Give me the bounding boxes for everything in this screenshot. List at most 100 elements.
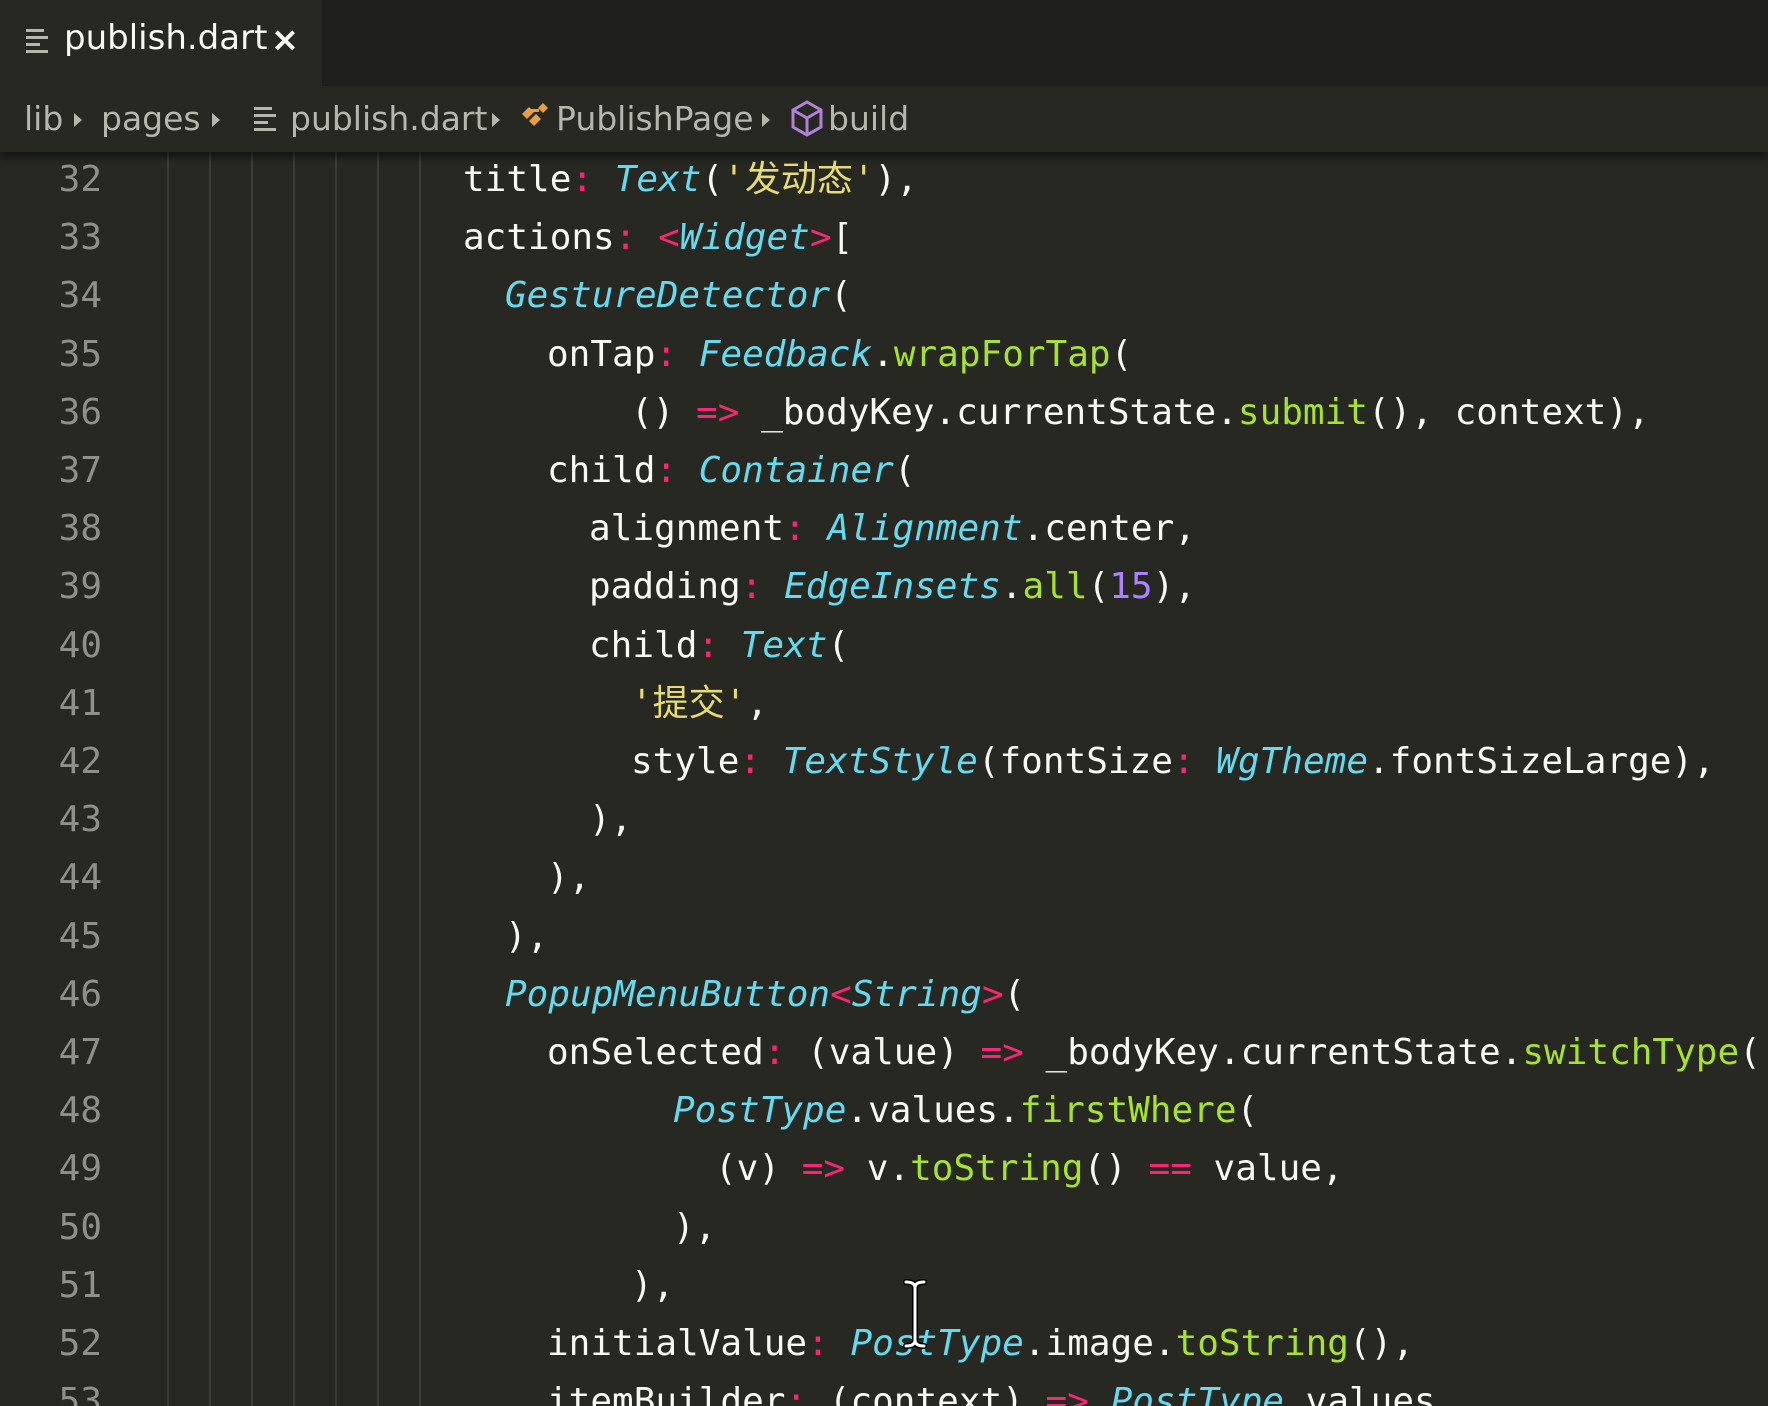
code-token: ( [701, 159, 724, 200]
breadcrumb-item-method[interactable]: build [828, 96, 909, 142]
code-line[interactable]: ), [673, 1199, 716, 1257]
tab-publish-dart[interactable]: publish.dart × [0, 0, 322, 86]
code-line[interactable]: child: Container( [547, 442, 916, 500]
code-token: PopupMenuButton [505, 973, 831, 1015]
code-token: => [801, 1148, 846, 1190]
code-token: (), context), [1367, 391, 1650, 433]
code-token: ( [827, 624, 850, 666]
code-token: : [785, 1381, 808, 1406]
code-line[interactable]: initialValue: PostType.image.toString(), [547, 1315, 1414, 1373]
line-number: 34 [58, 275, 102, 317]
code-line[interactable]: alignment: Alignment.center, [589, 500, 1196, 558]
code-token: wrapForTap [893, 333, 1111, 375]
code-line[interactable]: style: TextStyle(fontSize: WgTheme.fontS… [631, 733, 1715, 791]
code-token: child [589, 624, 698, 666]
code-token: .values [1283, 1381, 1436, 1406]
line-number: 37 [58, 450, 102, 491]
code-token: ( [1003, 973, 1026, 1015]
code-token: style [631, 741, 740, 782]
code-token: () [631, 391, 697, 433]
code-line[interactable]: onSelected: (value) => _bodyKey.currentS… [547, 1024, 1761, 1082]
line-number: 41 [58, 682, 102, 724]
code-line[interactable]: itemBuilder: (context) => PostType.value… [547, 1373, 1436, 1406]
code-line[interactable]: ), [547, 849, 590, 907]
code-line[interactable]: ), [631, 1257, 674, 1315]
code-line[interactable]: ), [589, 791, 632, 849]
code-line[interactable]: child: Text( [589, 617, 849, 675]
code-token: ( [893, 450, 916, 491]
code-token: Text [740, 624, 828, 666]
code-token: Widget [679, 217, 810, 259]
line-number: 42 [58, 741, 102, 782]
code-token: 15 [1109, 566, 1153, 608]
code-token: String [851, 973, 982, 1015]
code-token: : [763, 1032, 786, 1073]
code-token: (v) [715, 1148, 802, 1190]
line-number: 53 [58, 1381, 102, 1406]
code-token: firstWhere [1019, 1090, 1237, 1132]
line-number: 43 [58, 799, 102, 841]
code-token: [ [831, 217, 854, 259]
breadcrumb-item-pages[interactable]: pages [101, 96, 201, 142]
code-token: .fontSizeLarge), [1368, 741, 1715, 782]
line-number-gutter: 32 33 34 35 36 37 38 39 40 41 42 43 44 45 46 47 48 49 50 51… [0, 152, 130, 1406]
code-token: Alignment [827, 508, 1023, 550]
line-number: 46 [58, 973, 102, 1015]
code-token: => [696, 391, 740, 433]
code-token: submit [1237, 391, 1368, 433]
code-token: title [463, 159, 572, 200]
code-token: ), [1152, 566, 1196, 608]
chevron-right-icon [492, 113, 500, 127]
code-line[interactable]: ), [505, 908, 548, 966]
line-number: 44 [58, 857, 102, 899]
code-line[interactable]: title: Text('发动态'), [463, 152, 918, 209]
line-number: 49 [58, 1148, 102, 1190]
code-line[interactable]: PopupMenuButton<String>( [505, 966, 1025, 1024]
code-line[interactable]: padding: EdgeInsets.all(15), [589, 558, 1196, 616]
code-token: ), [874, 159, 918, 200]
code-token: ( [830, 275, 852, 317]
code-token: TextStyle [782, 741, 978, 782]
line-number: 50 [58, 1206, 102, 1248]
text-cursor-icon [903, 1279, 927, 1349]
line-number: 45 [58, 915, 102, 957]
code-token: ( [1087, 566, 1110, 608]
code-token: PostType [1110, 1381, 1284, 1406]
indent-guide [209, 152, 211, 1406]
code-line[interactable]: onTap: Feedback.wrapForTap( [547, 326, 1132, 384]
code-token: (value) [785, 1032, 981, 1073]
code-token: Text [614, 159, 702, 200]
code-token: switchType [1522, 1032, 1740, 1073]
line-number: 32 [58, 159, 102, 200]
breadcrumb-item-class[interactable]: PublishPage [556, 96, 754, 142]
code-line[interactable]: GestureDetector( [505, 267, 852, 325]
code-token: : [739, 741, 762, 782]
close-icon[interactable]: × [270, 20, 300, 60]
code-line[interactable]: (v) => v.toString() == value, [715, 1140, 1344, 1198]
code-line[interactable]: '提交', [631, 675, 768, 733]
code-token: alignment [589, 508, 785, 550]
code-token: (), [1348, 1323, 1414, 1364]
breadcrumb-item-lib[interactable]: lib [24, 96, 63, 142]
code-line[interactable]: actions: <Widget>[ [463, 209, 853, 267]
code-line[interactable]: PostType.values.firstWhere( [673, 1082, 1258, 1140]
code-token: ), [673, 1206, 717, 1248]
code-line[interactable]: () => _bodyKey.currentState.submit(), co… [631, 384, 1650, 442]
code-token: : [655, 333, 678, 375]
indent-guide [335, 152, 337, 1406]
code-editor[interactable]: 32 33 34 35 36 37 38 39 40 41 42 43 44 45 46 47 48 49 50 51… [0, 152, 1768, 1406]
code-token: > [981, 973, 1004, 1015]
code-token: GestureDetector [505, 275, 831, 317]
code-token: onTap [547, 333, 656, 375]
code-token: () [1083, 1148, 1149, 1190]
line-number: 36 [58, 391, 102, 433]
line-number: 40 [58, 624, 102, 666]
code-token: ( [1236, 1090, 1259, 1132]
code-token: _bodyKey.currentState. [1023, 1032, 1523, 1073]
breadcrumb-item-file[interactable]: publish.dart [290, 96, 487, 142]
